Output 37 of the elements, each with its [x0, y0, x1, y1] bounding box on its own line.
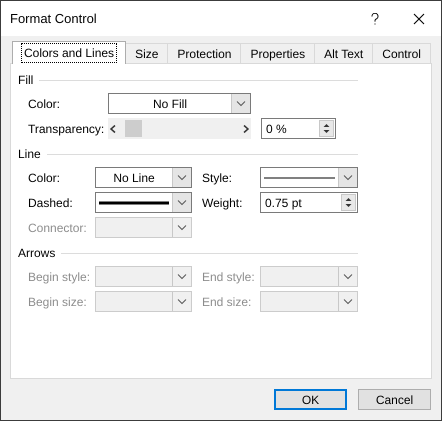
dropdown-field[interactable]: No Line	[95, 167, 192, 188]
field-label: Begin style:	[28, 268, 92, 286]
spin-arrows-icon[interactable]	[323, 123, 330, 134]
field-label: Dashed:	[28, 194, 74, 212]
dropdown-field[interactable]	[260, 167, 358, 188]
spin-field[interactable]: 0 %	[261, 118, 336, 139]
section-title: Arrows	[18, 245, 56, 262]
dialog-button[interactable]: OK	[274, 389, 347, 410]
window-title: Format Control	[10, 10, 98, 28]
chevron-down-icon[interactable]	[343, 174, 353, 181]
tab[interactable]: Properties	[240, 43, 316, 63]
field-label: End style:	[202, 268, 256, 286]
help-icon[interactable]	[371, 12, 379, 24]
dropdown-field[interactable]	[95, 192, 192, 213]
tab[interactable]: Control	[372, 43, 431, 63]
field-label: Connector:	[28, 220, 88, 236]
chevron-down-icon[interactable]	[236, 100, 246, 107]
tab[interactable]: Colors and Lines	[12, 41, 126, 64]
spin-arrows-icon[interactable]	[345, 197, 352, 208]
dialog-button[interactable]: Cancel	[358, 389, 431, 410]
field-label: End size:	[202, 294, 252, 310]
slider[interactable]	[108, 118, 251, 139]
section-title: Fill	[18, 72, 34, 89]
section-title: Line	[18, 146, 41, 163]
line-sample	[99, 198, 169, 206]
dropdown-field[interactable]: No Fill	[108, 93, 251, 114]
chevron-down-icon[interactable]	[177, 199, 187, 206]
field-label: Begin size:	[28, 294, 88, 310]
field-label: Weight:	[202, 194, 244, 212]
chevron-down-icon[interactable]	[177, 174, 187, 181]
field-label: Style:	[202, 170, 234, 186]
spin-field[interactable]: 0.75 pt	[260, 192, 358, 213]
field-label: Color:	[28, 170, 62, 186]
close-icon[interactable]	[413, 12, 425, 24]
field-label: Transparency:	[28, 120, 106, 138]
slider-thumb[interactable]	[125, 120, 142, 137]
field-label: Color:	[28, 96, 62, 112]
